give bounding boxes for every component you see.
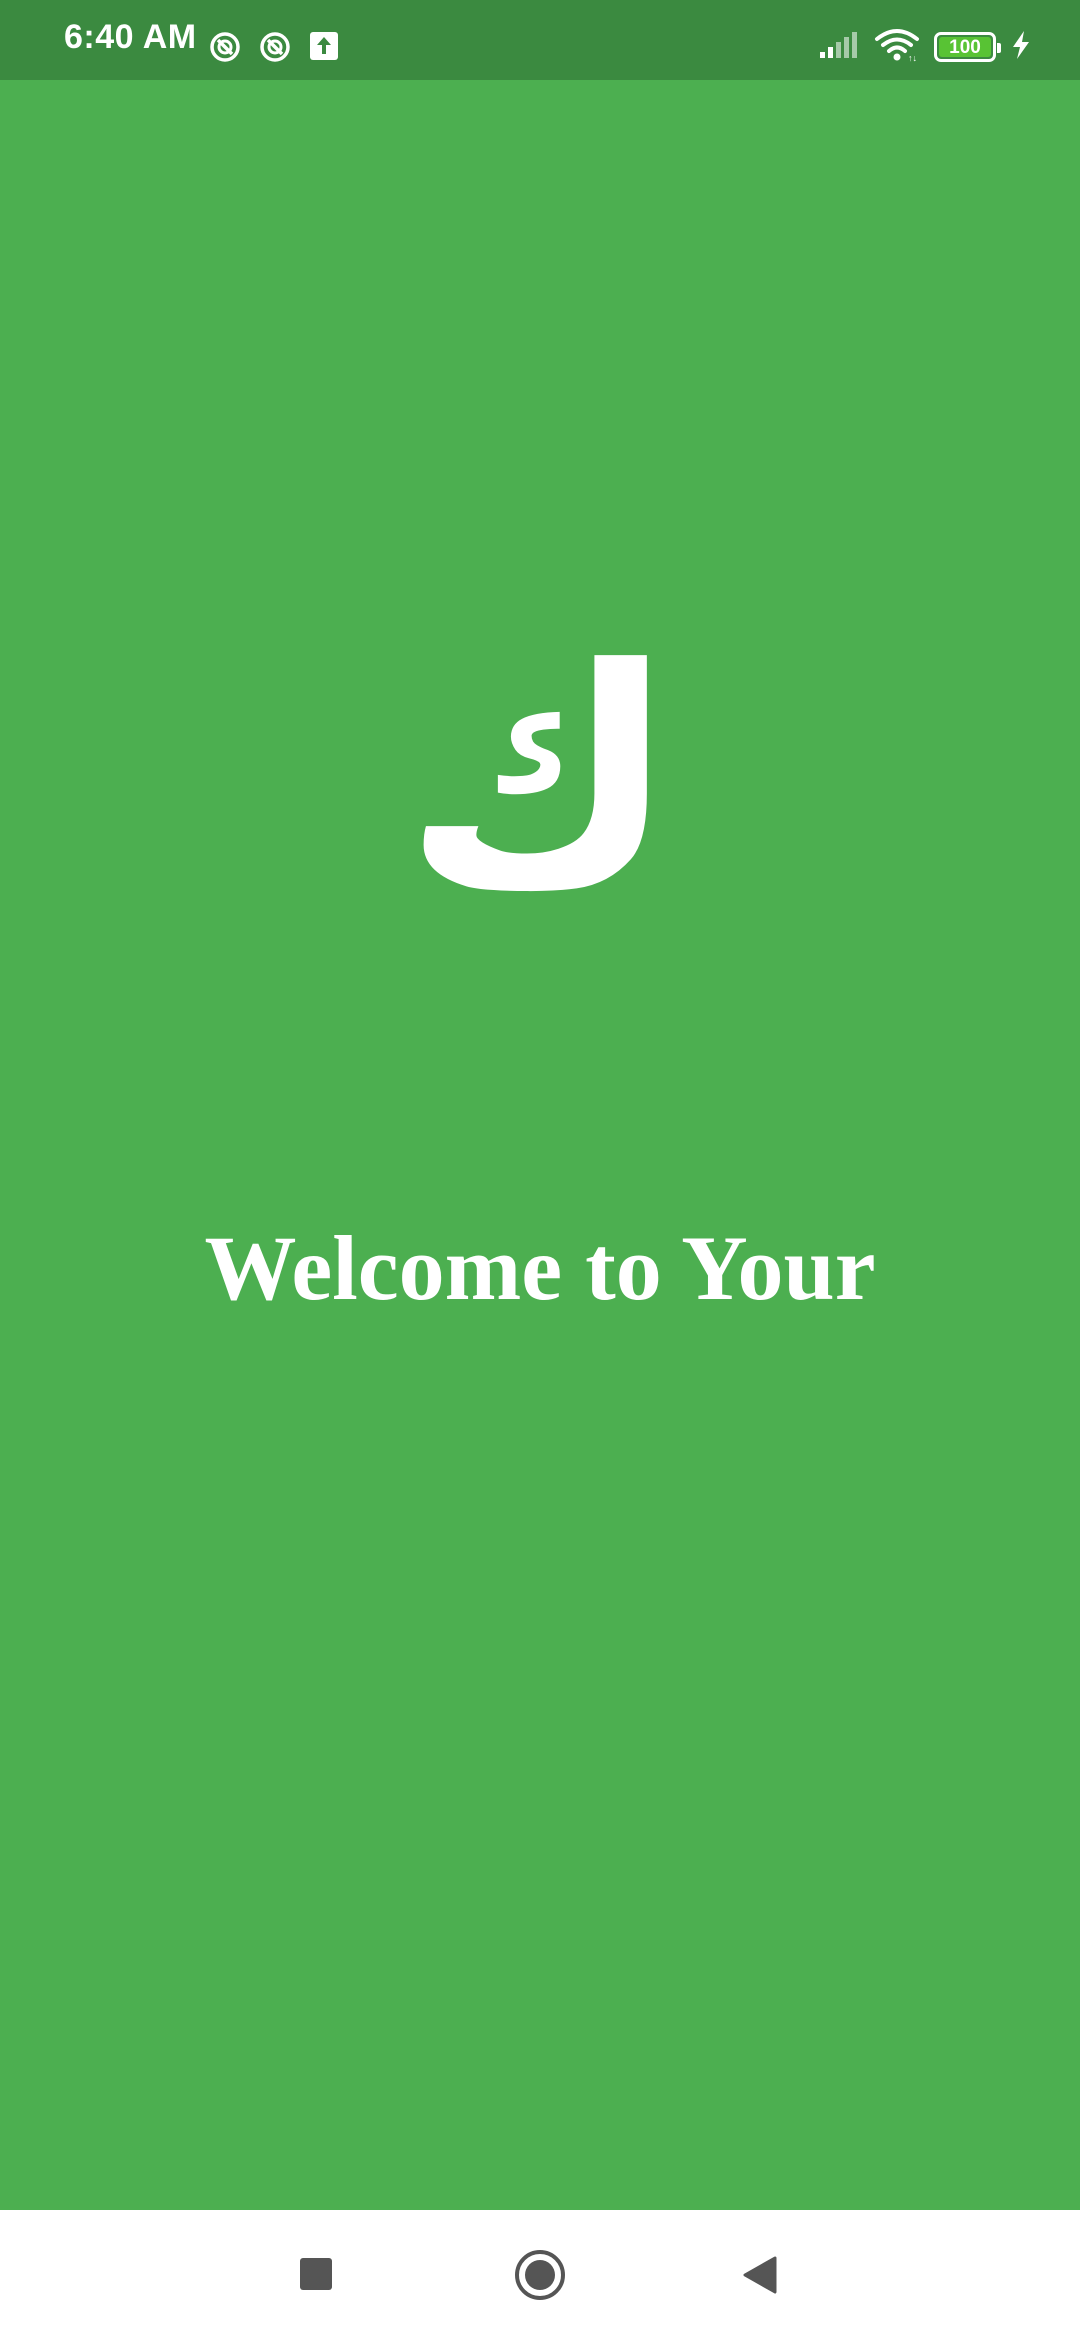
status-bar: 6:40 AM ↑↓ 100 <box>0 0 1080 80</box>
charging-bolt-icon <box>1010 30 1032 64</box>
splash-screen: 6:40 AM ↑↓ 100 ك Welcome to Your <box>0 0 1080 2340</box>
status-notification-icons <box>208 30 340 68</box>
svg-text:↑↓: ↑↓ <box>908 53 917 62</box>
navigation-bar <box>0 2210 1080 2340</box>
signal-icon <box>818 30 860 64</box>
recents-button[interactable] <box>300 2258 332 2290</box>
back-triangle-icon <box>743 2256 777 2294</box>
wifi-icon: ↑↓ <box>874 28 920 66</box>
status-time: 6:40 AM <box>64 18 197 56</box>
app-logo-glyph: ك <box>402 605 678 954</box>
welcome-title: Welcome to Your <box>204 1217 876 1319</box>
back-button[interactable] <box>742 2255 778 2295</box>
home-button[interactable] <box>515 2250 565 2300</box>
battery-level: 100 <box>949 36 981 58</box>
battery-icon: 100 <box>934 32 1001 62</box>
privacy-ring-icon <box>258 30 292 68</box>
upload-box-icon <box>308 30 340 68</box>
status-system-icons: ↑↓ 100 <box>818 28 1032 66</box>
privacy-ring-icon <box>208 30 242 68</box>
